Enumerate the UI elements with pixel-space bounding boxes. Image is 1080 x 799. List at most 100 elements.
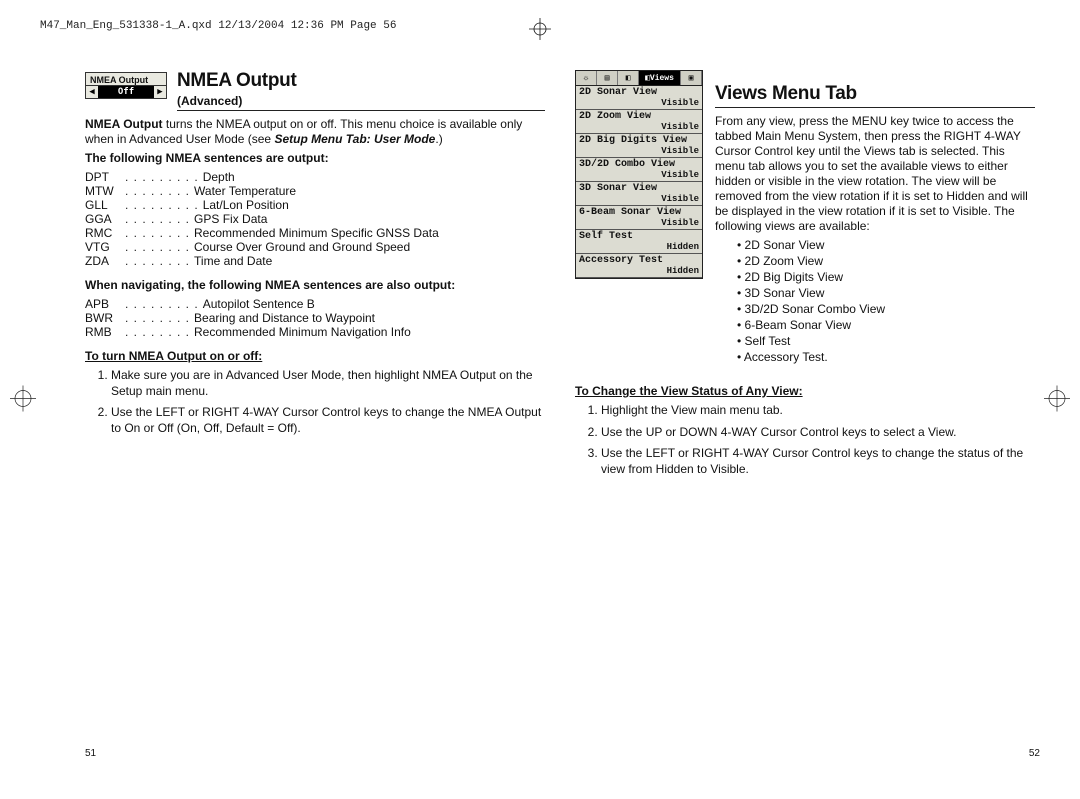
nmea-desc: GPS Fix Data [194, 212, 545, 226]
view-bullet: Self Test [737, 334, 1035, 348]
title-rule [715, 107, 1035, 108]
view-name: Accessory Test [579, 255, 699, 266]
step: Highlight the View main menu tab. [601, 403, 1035, 419]
crop-mark-left-icon [10, 385, 36, 414]
section-title: Views Menu Tab [715, 83, 1035, 105]
tab-icon: ☼ [576, 71, 597, 85]
view-status: Visible [579, 218, 699, 228]
views-thumb-item: Accessory TestHidden [576, 254, 702, 278]
section-title: NMEA Output [177, 70, 545, 92]
nmea-row: BWR. . . . . . . .Bearing and Distance t… [85, 311, 545, 325]
sentences-heading: The following NMEA sentences are output: [85, 151, 545, 166]
views-thumb-item: 3D Sonar ViewVisible [576, 182, 702, 206]
print-header: M47_Man_Eng_531338-1_A.qxd 12/13/2004 12… [40, 20, 1040, 32]
view-bullet: 3D/2D Sonar Combo View [737, 302, 1035, 316]
step: Use the LEFT or RIGHT 4-WAY Cursor Contr… [601, 446, 1035, 477]
view-status: Hidden [579, 266, 699, 276]
nmea-desc: Water Temperature [194, 184, 545, 198]
page-52: ☼ ▤ ◧ ◧ Views ▣ 2D Sonar ViewVisible2D Z… [575, 70, 1035, 483]
available-views-list: 2D Sonar View2D Zoom View2D Big Digits V… [725, 238, 1035, 364]
nmea-row: APB. . . . . . . . .Autopilot Sentence B [85, 297, 545, 311]
nmea-code: VTG [85, 240, 125, 254]
nmea-steps: Make sure you are in Advanced User Mode,… [99, 368, 545, 436]
page-51: NMEA Output ◀ Off ▶ NMEA Output (Advance… [85, 70, 545, 442]
nmea-desc: Bearing and Distance to Waypoint [194, 311, 545, 325]
view-bullet: 6-Beam Sonar View [737, 318, 1035, 332]
nmea-desc: Autopilot Sentence B [203, 297, 545, 311]
step: Make sure you are in Advanced User Mode,… [111, 368, 545, 399]
page-number-left: 51 [85, 748, 96, 759]
nmea-code: RMB [85, 325, 125, 339]
intro-paragraph: NMEA Output turns the NMEA output on or … [85, 117, 545, 147]
nmea-code: RMC [85, 226, 125, 240]
views-thumb-item: 6-Beam Sonar ViewVisible [576, 206, 702, 230]
intro-bold: NMEA Output [85, 117, 163, 131]
nmea-code: APB [85, 297, 125, 311]
view-bullet: 2D Zoom View [737, 254, 1035, 268]
nmea-desc: Recommended Minimum Navigation Info [194, 325, 545, 339]
view-name: 3D Sonar View [579, 183, 699, 194]
tab-icon: ◧ [618, 71, 639, 85]
nmea-code: BWR [85, 311, 125, 325]
nmea-row: MTW. . . . . . . .Water Temperature [85, 184, 545, 198]
nmea-row: DPT. . . . . . . . .Depth [85, 170, 545, 184]
view-bullet: 2D Sonar View [737, 238, 1035, 252]
view-name: 3D/2D Combo View [579, 159, 699, 170]
view-name: Self Test [579, 231, 699, 242]
title-rule [177, 110, 545, 111]
nmea-row: RMB. . . . . . . .Recommended Minimum Na… [85, 325, 545, 339]
nmea-desc: Recommended Minimum Specific GNSS Data [194, 226, 545, 240]
views-thumb-item: 3D/2D Combo ViewVisible [576, 158, 702, 182]
tab-icon: ▣ [681, 71, 702, 85]
crop-mark-right-icon [1044, 385, 1070, 414]
views-thumb-item: 2D Zoom ViewVisible [576, 110, 702, 134]
nav-sentences-heading: When navigating, the following NMEA sent… [85, 278, 545, 293]
view-status: Visible [579, 122, 699, 132]
tab-views: ◧ Views [639, 71, 681, 85]
view-name: 6-Beam Sonar View [579, 207, 699, 218]
nmea-row: ZDA. . . . . . . .Time and Date [85, 254, 545, 268]
nmea-code: MTW [85, 184, 125, 198]
nmea-row: GLL. . . . . . . . .Lat/Lon Position [85, 198, 545, 212]
views-thumb-item: Self TestHidden [576, 230, 702, 254]
view-name: 2D Big Digits View [579, 135, 699, 146]
intro-ref: Setup Menu Tab: User Mode [274, 132, 435, 146]
view-status: Visible [579, 170, 699, 180]
view-status: Visible [579, 98, 699, 108]
nmea-nav-sentences-list: APB. . . . . . . . .Autopilot Sentence B… [85, 297, 545, 339]
nmea-desc: Time and Date [194, 254, 545, 268]
nmea-code: DPT [85, 170, 125, 184]
nmea-code: ZDA [85, 254, 125, 268]
nmea-desc: Lat/Lon Position [203, 198, 545, 212]
views-thumb-item: 2D Sonar ViewVisible [576, 86, 702, 110]
nmea-desc: Depth [203, 170, 545, 184]
thumb-tab-bar: ☼ ▤ ◧ ◧ Views ▣ [576, 71, 702, 86]
view-bullet: 3D Sonar View [737, 286, 1035, 300]
thumb-title: NMEA Output [86, 73, 166, 85]
change-view-steps: Highlight the View main menu tab. Use the… [589, 403, 1035, 477]
view-status: Hidden [579, 242, 699, 252]
thumb-value: Off [98, 86, 154, 98]
tab-icon: ▤ [597, 71, 618, 85]
nmea-desc: Course Over Ground and Ground Speed [194, 240, 545, 254]
toggle-heading: To turn NMEA Output on or off: [85, 349, 545, 364]
step: Use the LEFT or RIGHT 4-WAY Cursor Contr… [111, 405, 545, 436]
view-status: Visible [579, 194, 699, 204]
registration-mark-icon [529, 18, 551, 40]
nmea-code: GGA [85, 212, 125, 226]
nmea-output-menu-thumbnail: NMEA Output ◀ Off ▶ [85, 72, 167, 99]
change-view-heading: To Change the View Status of Any View: [575, 384, 1035, 399]
nmea-sentences-list: DPT. . . . . . . . .DepthMTW. . . . . . … [85, 170, 545, 268]
nmea-code: GLL [85, 198, 125, 212]
nmea-row: RMC. . . . . . . .Recommended Minimum Sp… [85, 226, 545, 240]
views-intro: From any view, press the MENU key twice … [715, 114, 1035, 234]
nmea-row: GGA. . . . . . . .GPS Fix Data [85, 212, 545, 226]
section-subtitle: (Advanced) [177, 94, 545, 108]
step: Use the UP or DOWN 4-WAY Cursor Control … [601, 425, 1035, 441]
nmea-row: VTG. . . . . . . .Course Over Ground and… [85, 240, 545, 254]
file-path: M47_Man_Eng_531338-1_A.qxd 12/13/2004 12… [40, 20, 396, 32]
view-status: Visible [579, 146, 699, 156]
view-bullet: Accessory Test. [737, 350, 1035, 364]
views-thumb-item: 2D Big Digits ViewVisible [576, 134, 702, 158]
right-triangle-icon: ▶ [154, 86, 166, 98]
